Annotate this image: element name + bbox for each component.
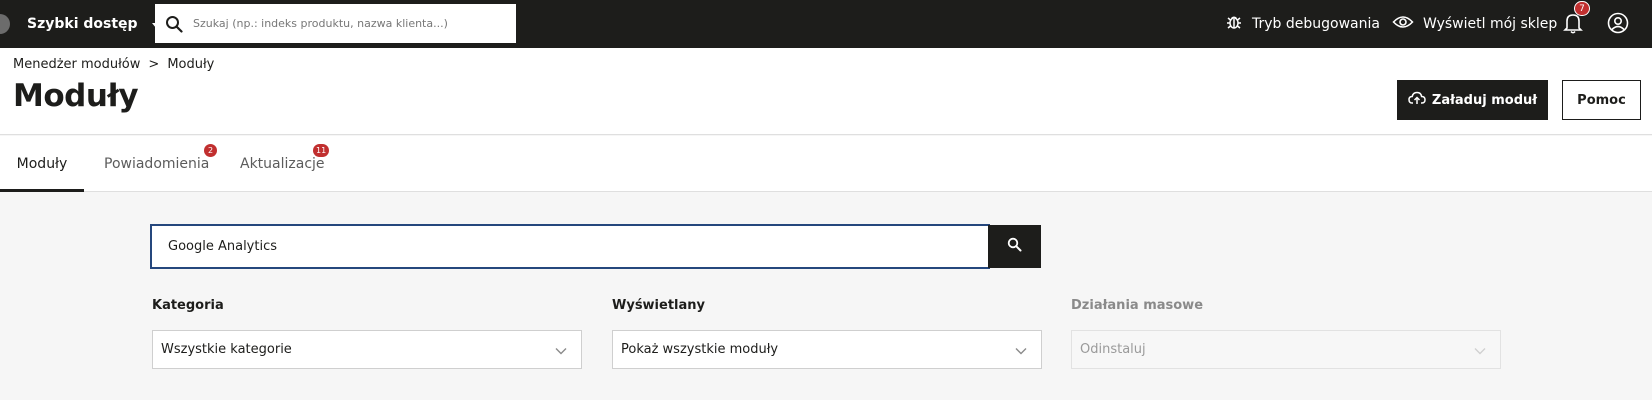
cloud-upload-icon bbox=[1408, 91, 1426, 109]
notifications-count-badge: 7 bbox=[1574, 1, 1590, 16]
tab-modules-label: Moduły bbox=[16, 156, 68, 172]
bug-icon bbox=[1225, 13, 1243, 35]
tab-modules[interactable]: Moduły bbox=[0, 136, 84, 192]
tabs-bar: Moduły Powiadomienia 2 Aktualizacje 11 bbox=[0, 136, 1652, 192]
bulk-actions-select: Odinstaluj bbox=[1071, 330, 1501, 369]
bulk-actions-select-value: Odinstaluj bbox=[1080, 342, 1146, 357]
breadcrumb: Menedżer modułów > Moduły bbox=[13, 57, 214, 72]
global-search bbox=[155, 4, 516, 43]
view-shop-label: Wyświetl mój sklep bbox=[1423, 16, 1558, 32]
account-icon[interactable] bbox=[1607, 12, 1629, 38]
search-icon bbox=[1007, 237, 1022, 256]
page-header: Menedżer modułów > Moduły Moduły Załaduj… bbox=[0, 48, 1652, 135]
display-select[interactable]: Pokaż wszystkie moduły bbox=[612, 330, 1042, 369]
tab-notifications-label: Powiadomienia bbox=[104, 156, 210, 172]
view-shop-link[interactable]: Wyświetl mój sklep bbox=[1392, 0, 1557, 48]
debug-mode-link[interactable]: Tryb debugowania bbox=[1225, 0, 1380, 48]
tab-updates-label: Aktualizacje bbox=[240, 156, 325, 172]
category-select[interactable]: Wszystkie kategorie bbox=[152, 330, 582, 369]
debug-mode-label: Tryb debugowania bbox=[1252, 16, 1380, 32]
breadcrumb-separator: > bbox=[148, 57, 160, 72]
chevron-down-icon bbox=[1015, 344, 1027, 359]
chevron-down-icon bbox=[1474, 344, 1486, 359]
display-filter-label: Wyświetlany bbox=[612, 298, 706, 313]
upload-module-label: Załaduj moduł bbox=[1431, 92, 1538, 108]
category-select-value: Wszystkie kategorie bbox=[161, 342, 292, 357]
breadcrumb-current: Moduły bbox=[167, 57, 215, 72]
display-select-value: Pokaż wszystkie moduły bbox=[621, 342, 779, 357]
module-search-button[interactable] bbox=[988, 225, 1041, 268]
shop-logo[interactable] bbox=[0, 14, 10, 34]
tab-updates[interactable]: Aktualizacje bbox=[240, 136, 325, 192]
bulk-actions-label: Działania masowe bbox=[1071, 298, 1204, 313]
page-title: Moduły bbox=[13, 78, 139, 114]
quick-access-label: Szybki dostęp bbox=[27, 16, 138, 32]
quick-access-menu[interactable]: Szybki dostęp bbox=[27, 13, 160, 35]
global-search-input[interactable] bbox=[193, 4, 516, 43]
module-search-input[interactable] bbox=[168, 239, 988, 254]
top-navigation-bar: Szybki dostęp Tryb debugowania Wyświetl … bbox=[0, 0, 1652, 48]
help-button[interactable]: Pomoc bbox=[1562, 80, 1641, 120]
upload-module-button[interactable]: Załaduj moduł bbox=[1397, 80, 1548, 120]
tab-notifications[interactable]: Powiadomienia bbox=[104, 136, 209, 192]
updates-tab-badge: 11 bbox=[313, 144, 330, 157]
module-search-field bbox=[150, 224, 990, 269]
notifications-tab-badge: 2 bbox=[204, 144, 217, 157]
category-filter-label: Kategoria bbox=[152, 298, 224, 313]
breadcrumb-module-manager[interactable]: Menedżer modułów bbox=[13, 57, 140, 72]
search-icon[interactable] bbox=[155, 15, 193, 33]
eye-icon bbox=[1392, 14, 1414, 34]
chevron-down-icon bbox=[555, 344, 567, 359]
